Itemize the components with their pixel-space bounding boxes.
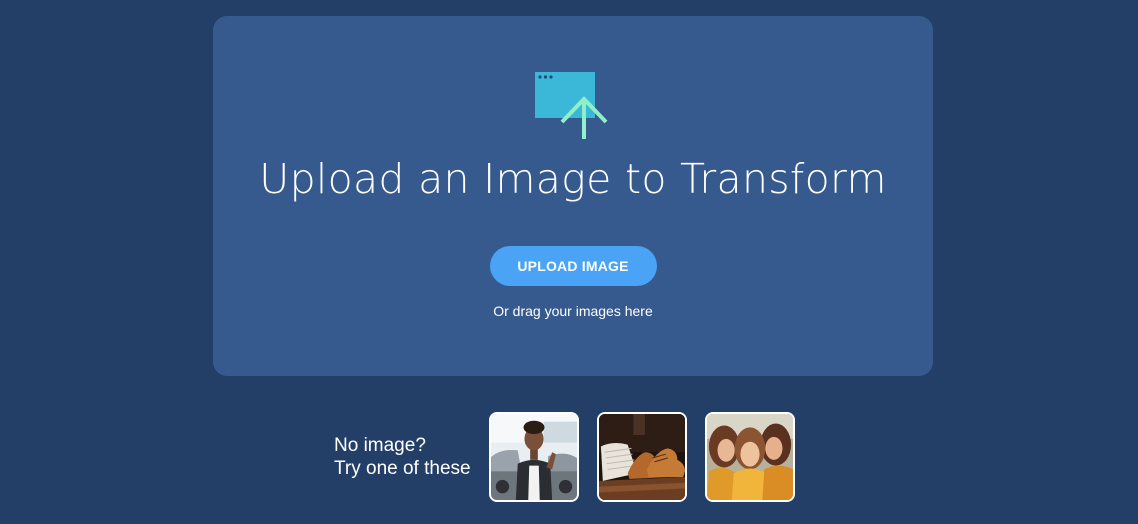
person-with-car-image	[490, 414, 577, 500]
drag-hint: Or drag your images here	[493, 303, 653, 319]
sample-thumb-women[interactable]	[704, 412, 795, 502]
upload-image-button[interactable]: UPLOAD IMAGE	[489, 246, 657, 286]
samples-label: No image? Try one of these	[334, 434, 471, 480]
sample-images: No image? Try one of these	[334, 412, 795, 502]
shoes-and-sweater-image	[598, 414, 685, 500]
samples-label-line1: No image?	[334, 435, 426, 456]
three-women-selfie-image	[706, 414, 793, 500]
upload-window-icon	[535, 72, 608, 139]
samples-label-line2: Try one of these	[334, 458, 471, 479]
sample-thumb-shoes[interactable]	[596, 412, 687, 502]
page-title: Upload an Image to Transform	[259, 155, 887, 203]
sample-thumb-person-car[interactable]	[488, 412, 579, 502]
upload-dropzone[interactable]: Upload an Image to Transform UPLOAD IMAG…	[213, 16, 933, 376]
